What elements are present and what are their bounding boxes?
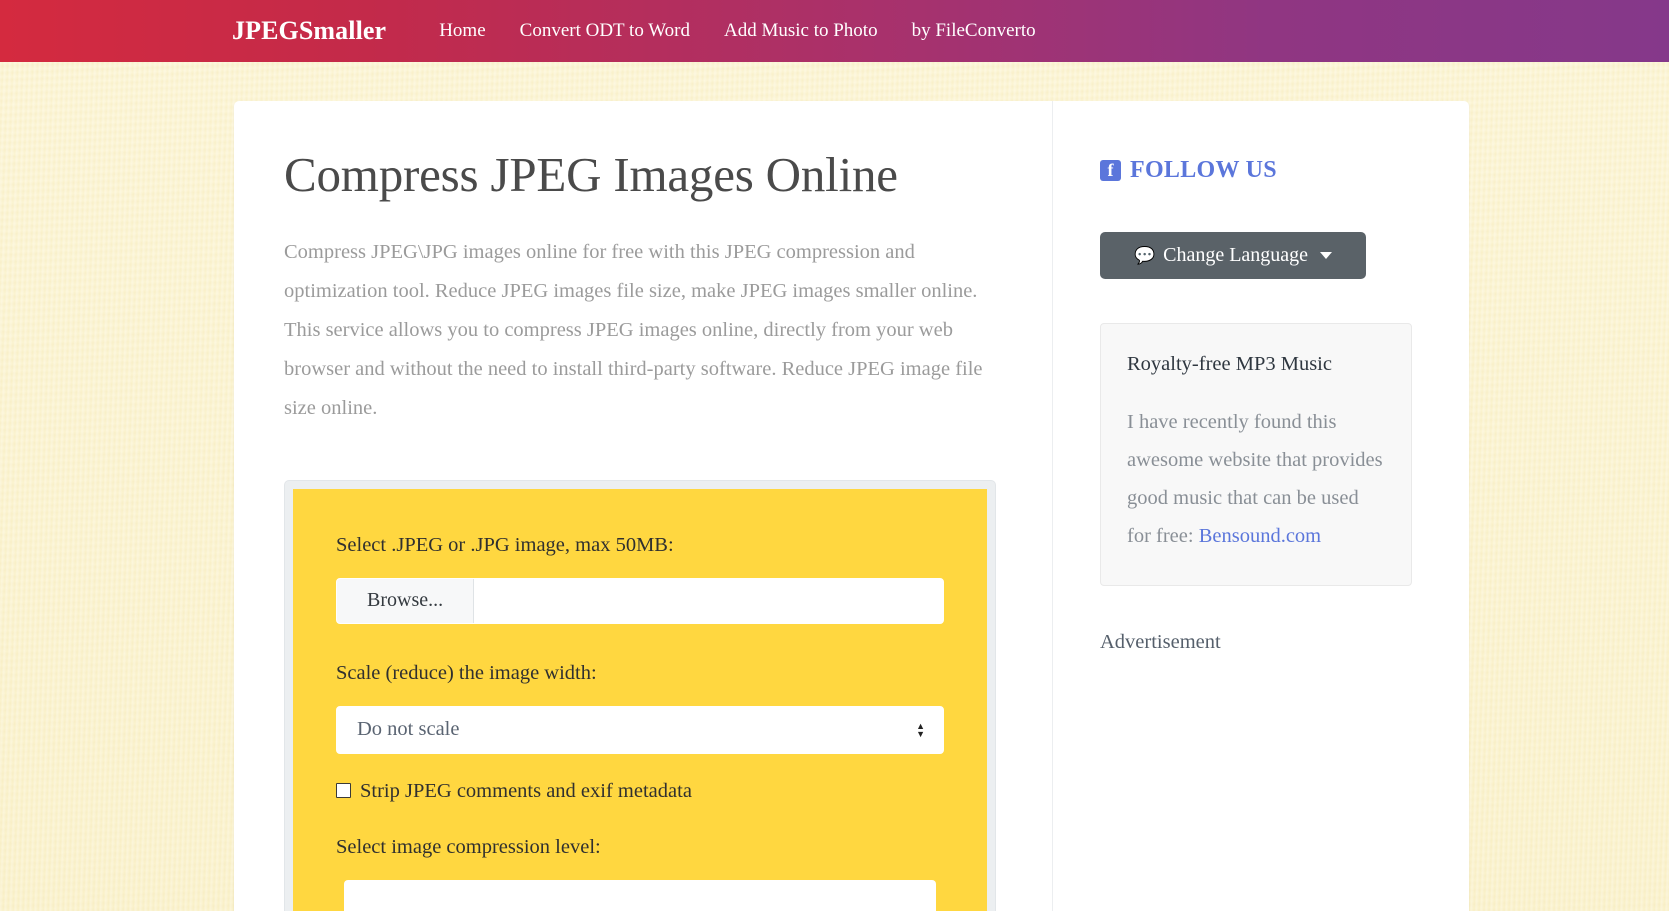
nav-item-home[interactable]: Home xyxy=(422,14,502,48)
scale-field-block: Scale (reduce) the image width: Do not s… xyxy=(336,661,944,754)
translate-icon: 💬 xyxy=(1133,246,1156,265)
compression-field-block: Select image compression level: xyxy=(336,835,944,911)
compress-form-panel: Select .JPEG or .JPG image, max 50MB: Br… xyxy=(293,489,987,911)
ad-body: I have recently found this awesome websi… xyxy=(1127,403,1385,555)
ad-link-bensound[interactable]: Bensound.com xyxy=(1199,525,1321,547)
change-language-button[interactable]: 💬 Change Language xyxy=(1100,232,1366,279)
scale-select-label: Scale (reduce) the image width: xyxy=(336,661,597,684)
compress-form-frame: Select .JPEG or .JPG image, max 50MB: Br… xyxy=(284,480,996,911)
nav-item-add-music-to-photo[interactable]: Add Music to Photo xyxy=(707,14,895,48)
advertisement-label: Advertisement xyxy=(1100,630,1221,653)
strip-metadata-checkbox[interactable] xyxy=(336,783,351,799)
sidebar: FOLLOW US 💬 Change Language Royalty-free… xyxy=(1052,101,1469,911)
change-language-label: Change Language xyxy=(1163,244,1309,266)
compression-select-label: Select image compression level: xyxy=(336,836,601,859)
site-brand[interactable]: JPEGSmaller xyxy=(232,16,386,46)
compression-select[interactable] xyxy=(344,879,936,911)
follow-us-label: FOLLOW US xyxy=(1130,157,1277,183)
top-navbar: JPEGSmaller Home Convert ODT to Word Add… xyxy=(0,0,1669,62)
strip-metadata-label[interactable]: Strip JPEG comments and exif metadata xyxy=(360,781,692,802)
page-title: Compress JPEG Images Online xyxy=(284,147,898,202)
intro-paragraph: Compress JPEG\JPG images online for free… xyxy=(284,241,983,420)
main-column: Compress JPEG Images Online Compress JPE… xyxy=(234,101,1052,911)
file-name-display[interactable] xyxy=(474,578,943,623)
content-card: Compress JPEG Images Online Compress JPE… xyxy=(234,101,1469,911)
facebook-icon xyxy=(1100,160,1121,181)
browse-button[interactable]: Browse... xyxy=(337,578,474,623)
sponsored-ad-box: Royalty-free MP3 Music I have recently f… xyxy=(1100,323,1412,586)
scale-select[interactable]: Do not scale ▲ ▼ xyxy=(336,705,944,754)
nav-item-convert-odt-to-word[interactable]: Convert ODT to Word xyxy=(503,14,707,48)
scale-select-value: Do not scale xyxy=(357,718,460,741)
strip-metadata-row[interactable]: Strip JPEG comments and exif metadata xyxy=(336,781,944,802)
file-input[interactable]: Browse... xyxy=(336,577,944,624)
ad-title: Royalty-free MP3 Music xyxy=(1127,353,1332,375)
nav-links: Home Convert ODT to Word Add Music to Ph… xyxy=(422,14,1052,48)
follow-us-link[interactable]: FOLLOW US xyxy=(1100,157,1277,184)
chevron-down-icon xyxy=(1320,252,1333,259)
file-field-block: Select .JPEG or .JPG image, max 50MB: Br… xyxy=(336,533,944,624)
file-input-label: Select .JPEG or .JPG image, max 50MB: xyxy=(336,534,674,557)
nav-item-by-fileconverto[interactable]: by FileConverto xyxy=(895,14,1053,48)
chevron-updown-icon: ▲ ▼ xyxy=(916,720,925,739)
